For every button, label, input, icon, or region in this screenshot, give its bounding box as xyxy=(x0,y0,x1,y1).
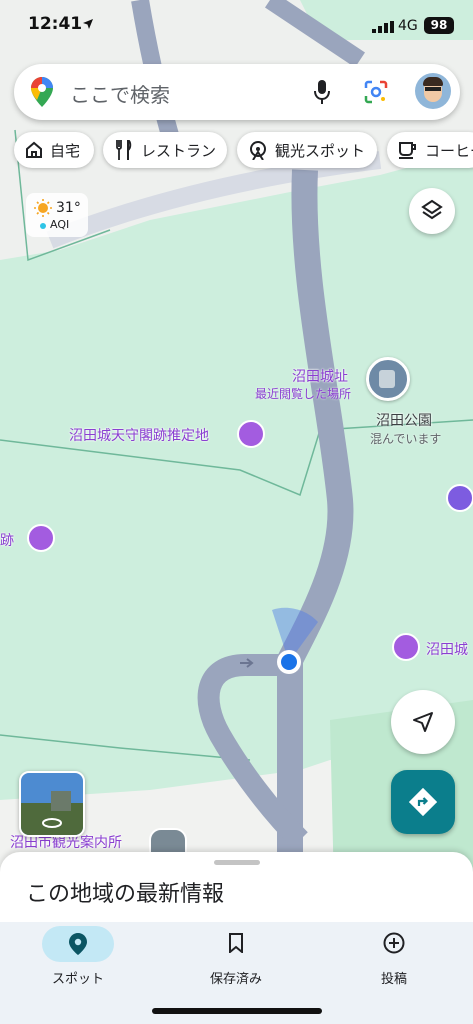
avatar[interactable] xyxy=(415,73,451,109)
cellular-signal-icon xyxy=(372,21,394,33)
place-label-park[interactable]: 沼田公園 xyxy=(376,410,432,430)
chip-home-label: 自宅 xyxy=(50,142,81,160)
explore-pin-icon xyxy=(69,933,87,955)
temperature: 31° xyxy=(56,200,81,216)
status-bar: 12:41 4G 98 xyxy=(0,0,473,56)
chip-coffee-label: コーヒー xyxy=(425,142,473,160)
coffee-icon xyxy=(399,142,416,159)
directions-button[interactable] xyxy=(391,770,455,834)
poi-marker-icon[interactable] xyxy=(392,633,420,661)
chip-coffee[interactable]: コーヒー xyxy=(387,132,473,168)
layers-button[interactable] xyxy=(409,188,455,234)
bookmark-icon xyxy=(229,933,243,953)
aqi-dot xyxy=(40,223,46,229)
sheet-drag-handle[interactable] xyxy=(214,860,260,865)
directions-icon xyxy=(409,788,437,816)
nav-label-explore: スポット xyxy=(51,972,104,987)
aqi-label: AQI xyxy=(50,218,70,231)
chip-attractions[interactable]: 観光スポット xyxy=(237,132,377,168)
street-view-rotate-icon xyxy=(42,818,62,828)
add-circle-icon xyxy=(383,932,405,954)
poi-facility-icon[interactable] xyxy=(446,484,473,512)
place-label-right-partial[interactable]: 沼田城 xyxy=(426,639,468,659)
chip-restaurant[interactable]: レストラン xyxy=(103,132,227,168)
nav-label-saved: 保存済み xyxy=(209,972,262,987)
weather-widget[interactable]: 31° AQI xyxy=(26,193,88,237)
navigation-arrow-icon xyxy=(413,712,433,732)
street-view-thumbnail[interactable] xyxy=(19,771,85,837)
place-label-castle-ruins[interactable]: 沼田城址 xyxy=(292,366,348,386)
chip-restaurant-label: レストラン xyxy=(141,142,217,160)
place-sublabel-recent: 最近閲覧した場所 xyxy=(255,387,352,401)
nav-tab-explore[interactable]: スポット xyxy=(18,922,138,1002)
place-photo-pin[interactable] xyxy=(366,357,410,401)
search-bar[interactable]: ここで検索 xyxy=(14,64,460,120)
google-lens-icon[interactable] xyxy=(364,80,388,104)
status-time: 12:41 xyxy=(28,14,83,34)
restaurant-icon xyxy=(116,140,132,160)
place-label-keep-site[interactable]: 沼田城天守閣跡推定地 xyxy=(69,425,209,445)
poi-marker-icon[interactable] xyxy=(27,524,55,552)
home-indicator[interactable] xyxy=(152,1008,322,1014)
microphone-icon[interactable] xyxy=(314,80,330,104)
maps-logo-icon xyxy=(31,77,53,107)
home-icon xyxy=(26,141,42,158)
search-input[interactable]: ここで検索 xyxy=(70,79,170,108)
place-sublabel-busy: 混んでいます xyxy=(370,432,442,446)
attraction-icon xyxy=(250,141,266,160)
layers-icon xyxy=(421,199,443,220)
nav-tab-saved[interactable]: 保存済み xyxy=(176,922,296,1002)
bottom-sheet[interactable]: この地域の最新情報 xyxy=(0,852,473,932)
chip-attractions-label: 観光スポット xyxy=(275,142,366,160)
current-location-dot xyxy=(281,654,297,670)
network-type: 4G xyxy=(398,18,418,34)
location-services-icon xyxy=(83,19,93,29)
nav-label-contribute: 投稿 xyxy=(380,972,407,987)
place-label-left-partial[interactable]: 跡 xyxy=(0,530,14,550)
sheet-title: この地域の最新情報 xyxy=(26,882,225,907)
nav-tab-contribute[interactable]: 投稿 xyxy=(334,922,454,1002)
my-location-button[interactable] xyxy=(391,690,455,754)
sun-icon xyxy=(34,199,52,217)
battery-level: 98 xyxy=(424,17,454,34)
poi-marker-icon[interactable] xyxy=(237,420,265,448)
chip-home[interactable]: 自宅 xyxy=(14,132,94,168)
